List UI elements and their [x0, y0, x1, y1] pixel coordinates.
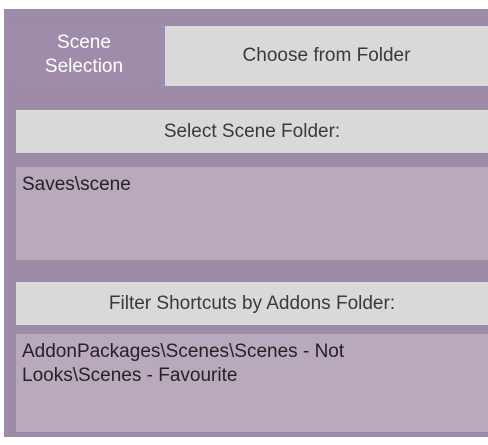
scene-selection-panel: Scene Selection Choose from Folder Selec… — [4, 9, 488, 437]
scene-selection-label: Scene Selection — [14, 25, 154, 85]
select-scene-folder-button[interactable]: Select Scene Folder: — [16, 110, 488, 153]
addons-folder-field[interactable]: AddonPackages\Scenes\Scenes - Not Looks\… — [16, 334, 488, 432]
scene-folder-field[interactable]: Saves\scene — [16, 167, 488, 260]
choose-from-folder-button[interactable]: Choose from Folder — [165, 26, 488, 86]
filter-addons-folder-button[interactable]: Filter Shortcuts by Addons Folder: — [16, 282, 488, 325]
